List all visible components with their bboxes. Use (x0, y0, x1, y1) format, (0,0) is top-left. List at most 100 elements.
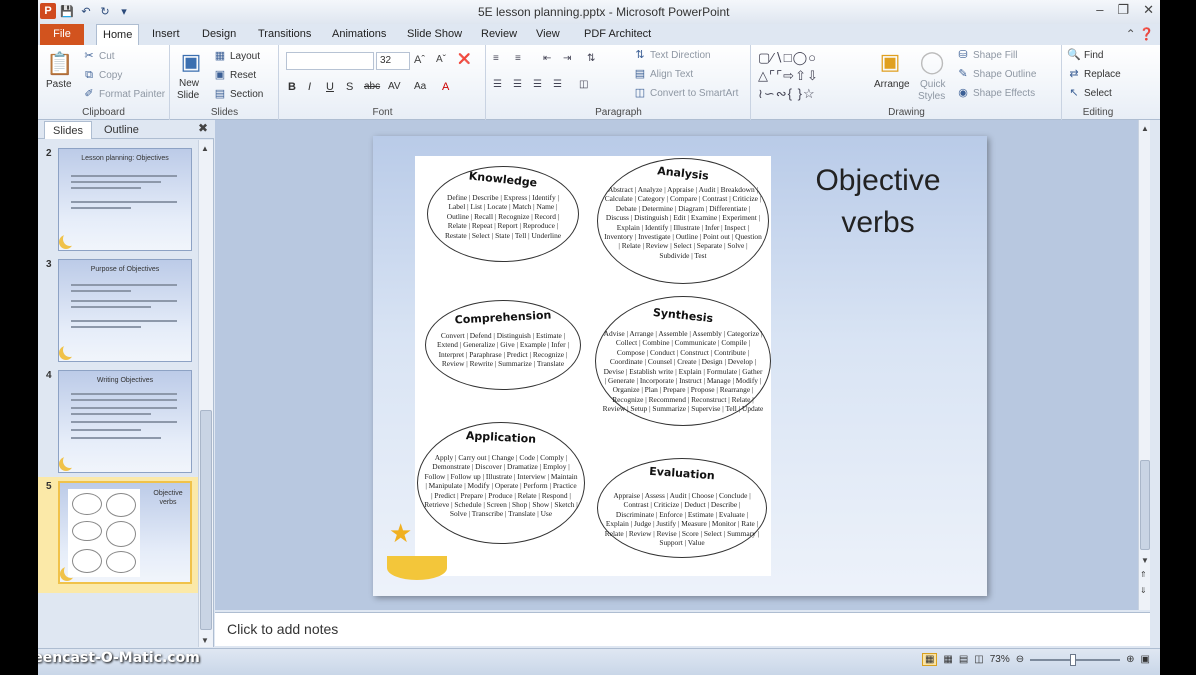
arrange-icon[interactable]: ▣ (876, 47, 904, 77)
section-button[interactable]: ▤ Section (213, 87, 264, 101)
help-icon[interactable]: ⌃ ❓ (1126, 27, 1154, 41)
justify-icon[interactable]: ☰ (553, 79, 562, 90)
slide-thumbnail-3[interactable]: 3 Purpose of Objectives (38, 255, 198, 365)
tab-transitions[interactable]: Transitions (252, 24, 317, 45)
align-center-icon[interactable]: ☰ (513, 79, 522, 90)
shapes-gallery-row2[interactable]: △⌜⌜⇨⇧⇩ (758, 68, 819, 84)
strikethrough-button[interactable]: abc (364, 81, 380, 92)
scroll-down-icon[interactable]: ▼ (201, 636, 209, 645)
zoom-out-icon[interactable]: ⊖ (1016, 654, 1024, 665)
restore-icon[interactable]: ❐ (1117, 2, 1129, 18)
italic-button[interactable]: I (308, 81, 311, 93)
new-slide-icon[interactable]: ▣ (177, 47, 205, 77)
replace-button[interactable]: ⇄ Replace (1067, 67, 1120, 81)
tab-review[interactable]: Review (475, 24, 523, 45)
shrink-font-button[interactable]: Aˇ (436, 54, 446, 65)
columns-icon[interactable]: ◫ (579, 79, 588, 90)
slide-title[interactable]: Objective verbs (783, 160, 973, 244)
customize-qat-icon[interactable]: ▾ (116, 3, 132, 19)
clear-format-icon[interactable]: ❌ (458, 54, 470, 65)
reset-button[interactable]: ▣ Reset (213, 68, 256, 82)
shape-effects-button[interactable]: ◉ Shape Effects (956, 86, 1035, 100)
paste-button[interactable]: Paste (46, 79, 72, 90)
normal-view-icon[interactable]: ▦ (921, 653, 938, 666)
zoom-slider[interactable] (1030, 653, 1121, 666)
verb-chart-image[interactable]: Knowledge Define | Describe | Express | … (415, 156, 771, 576)
slide-sorter-icon[interactable]: ▦ (943, 654, 952, 665)
char-spacing-button[interactable]: AV (388, 81, 401, 92)
cut-button[interactable]: ✂ Cut (82, 49, 114, 63)
slideshow-icon[interactable]: ◫ (974, 654, 983, 665)
copy-button[interactable]: ⧉ Copy (82, 68, 122, 82)
slides-pane-scrollbar[interactable]: ▲ ▼ (198, 140, 213, 647)
shadow-button[interactable]: S (346, 81, 353, 93)
align-text-button[interactable]: ▤ Align Text (633, 67, 693, 81)
tab-design[interactable]: Design (196, 24, 242, 45)
grow-font-button[interactable]: Aˆ (414, 54, 425, 66)
tab-view[interactable]: View (530, 24, 566, 45)
font-name-combo[interactable] (286, 52, 374, 70)
tab-home[interactable]: Home (96, 24, 140, 45)
slide-thumbnail-5[interactable]: 5 Objective verbs (38, 477, 198, 593)
new-slide-label-2[interactable]: Slide (177, 90, 199, 101)
tab-pdf-architect[interactable]: PDF Architect (578, 24, 657, 45)
slide-scrollbar[interactable]: ▲ ▼ ⇑ ⇓ (1138, 120, 1150, 610)
shapes-gallery-row3[interactable]: ≀∽∾{ }☆ (758, 86, 816, 102)
tab-slide-show[interactable]: Slide Show (401, 24, 468, 45)
tab-file[interactable]: File (40, 24, 84, 45)
numbering-icon[interactable]: ≡ (515, 53, 521, 64)
minimize-icon[interactable]: – (1096, 2, 1103, 18)
layout-button[interactable]: ▦ Layout (213, 49, 260, 63)
save-icon[interactable]: 💾 (59, 3, 75, 19)
quick-styles-label-2[interactable]: Styles (918, 91, 945, 102)
scroll-thumb[interactable] (1140, 460, 1150, 550)
text-direction-button[interactable]: ⇅ Text Direction (633, 48, 710, 62)
zoom-slider-thumb[interactable] (1070, 653, 1077, 666)
line-spacing-icon[interactable]: ⇅ (587, 53, 595, 64)
previous-slide-icon[interactable]: ⇑ (1140, 570, 1147, 579)
font-color-button[interactable]: A (442, 81, 449, 93)
align-right-icon[interactable]: ☰ (533, 79, 542, 90)
scroll-up-icon[interactable]: ▲ (201, 144, 209, 153)
undo-icon[interactable]: ↶ (78, 3, 94, 19)
convert-smartart-button[interactable]: ◫ Convert to SmartArt (633, 86, 739, 100)
scroll-up-icon[interactable]: ▲ (1141, 124, 1149, 133)
tab-insert[interactable]: Insert (146, 24, 186, 45)
align-left-icon[interactable]: ☰ (493, 79, 502, 90)
redo-icon[interactable]: ↻ (97, 3, 113, 19)
zoom-level[interactable]: 73% (990, 654, 1010, 665)
quick-styles-icon[interactable]: ◯ (918, 47, 946, 77)
increase-indent-icon[interactable]: ⇥ (563, 53, 571, 64)
select-button[interactable]: ↖ Select (1067, 86, 1111, 100)
fit-to-window-icon[interactable]: ▣ (1141, 654, 1150, 665)
bold-button[interactable]: B (288, 81, 296, 93)
close-pane-icon[interactable]: ✖ (198, 121, 208, 135)
reading-view-icon[interactable]: ▤ (959, 654, 968, 665)
shape-outline-button[interactable]: ✎ Shape Outline (956, 67, 1036, 81)
notes-pane[interactable]: Click to add notes (215, 612, 1150, 646)
change-case-button[interactable]: Aa (414, 81, 426, 92)
underline-button[interactable]: U (326, 81, 334, 93)
next-slide-icon[interactable]: ⇓ (1140, 586, 1147, 595)
slide-thumbnail-2[interactable]: 2 Lesson planning: Objectives (38, 144, 198, 254)
tab-outline[interactable]: Outline (96, 121, 147, 139)
font-size-combo[interactable]: 32 (376, 52, 410, 70)
new-slide-label-1[interactable]: New (179, 78, 199, 89)
tab-animations[interactable]: Animations (326, 24, 392, 45)
zoom-in-icon[interactable]: ⊕ (1126, 654, 1134, 665)
decrease-indent-icon[interactable]: ⇤ (543, 53, 551, 64)
find-button[interactable]: 🔍 Find (1067, 48, 1103, 62)
slide-thumbnail-4[interactable]: 4 Writing Objectives (38, 366, 198, 476)
shape-fill-button[interactable]: ⛁ Shape Fill (956, 48, 1017, 62)
arrange-button[interactable]: Arrange (874, 79, 910, 90)
tab-slides[interactable]: Slides (44, 121, 92, 139)
quick-styles-label-1[interactable]: Quick (920, 79, 946, 90)
powerpoint-logo-icon[interactable]: P (40, 3, 56, 19)
close-icon[interactable]: ✕ (1143, 2, 1154, 18)
scroll-down-icon[interactable]: ▼ (1141, 556, 1149, 565)
notes-placeholder[interactable]: Click to add notes (227, 621, 338, 637)
paste-icon[interactable]: 📋 (46, 49, 74, 79)
current-slide[interactable]: Knowledge Define | Describe | Express | … (373, 136, 987, 596)
shapes-gallery[interactable]: ▢∕∖□◯○ (758, 50, 817, 66)
bullets-icon[interactable]: ≡ (493, 53, 499, 64)
